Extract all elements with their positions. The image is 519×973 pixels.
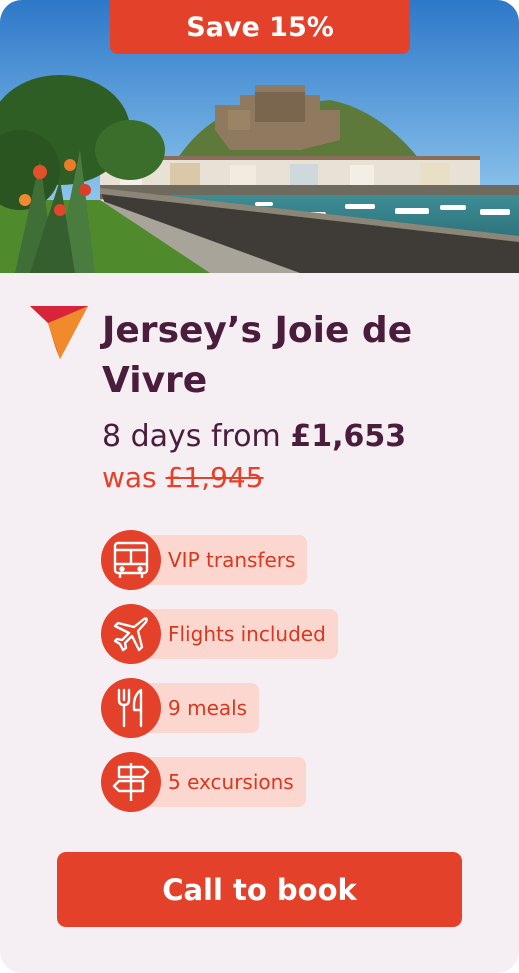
bus-icon [101, 530, 161, 590]
feature-label: Flights included [131, 609, 338, 659]
brand-logo-icon [30, 306, 88, 359]
signpost-icon [101, 752, 161, 812]
was-amount: £1,945 [165, 461, 264, 494]
price-amount: £1,653 [290, 419, 407, 454]
tour-title: Jersey’s Joie de Vivre [102, 310, 413, 401]
tour-card[interactable]: Save 15% Jersey’s Joie de Vivre 8 days f… [0, 0, 519, 973]
cutlery-icon [101, 678, 161, 738]
was-label: was [102, 461, 157, 494]
was-price-line: was £1,945 [102, 461, 264, 494]
price-line: 8 days from £1,653 [102, 419, 406, 454]
call-to-book-button[interactable]: Call to book [57, 852, 462, 927]
price-prefix: 8 days from [102, 419, 281, 454]
airplane-icon [101, 604, 161, 664]
save-badge: Save 15% [110, 0, 410, 54]
